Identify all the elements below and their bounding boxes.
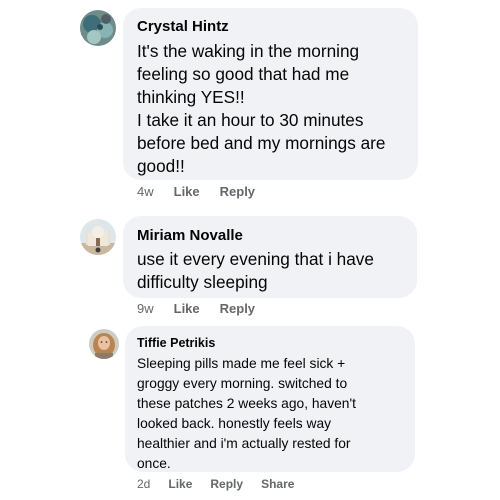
comment-author[interactable]: Miriam Novalle [137,226,403,246]
comment-text-line: feeling so good that had me [137,64,350,84]
comments-section: Crystal Hintz It's the waking in the mor… [0,0,500,500]
comment-bubble: Miriam Novalle use it every evening that… [123,216,417,298]
comment-actions: 9w Like Reply [137,300,255,318]
comment-text-line: difficulty sleeping [137,272,268,292]
comment-author[interactable]: Tiffie Petrikis [137,335,403,351]
comment-bubble: Tiffie Petrikis Sleeping pills made me f… [125,326,415,472]
comment-author[interactable]: Crystal Hintz [137,17,404,37]
reply-button[interactable]: Reply [220,183,255,201]
profile-photo-icon[interactable] [89,329,119,359]
like-button[interactable]: Like [174,300,200,318]
comment-text-line: healthier and i'm actually rested for [137,436,351,451]
comment-actions: 4w Like Reply [137,183,255,201]
comment-text-line: I take it an hour to 30 minutes [137,110,364,130]
comment-text-line: thinking YES!! [137,87,245,107]
comment-text-line: Sleeping pills made me feel sick + [137,356,346,371]
comment-text-line: groggy every morning. switched to [137,376,348,391]
reply-button[interactable]: Reply [210,476,243,492]
comment-text-line: use it every evening that i have [137,249,374,269]
comment-bubble: Crystal Hintz It's the waking in the mor… [123,8,418,180]
profile-photo-icon[interactable] [80,219,116,255]
comment-actions: 2d Like Reply Share [137,476,294,492]
comment-timestamp[interactable]: 9w [137,300,154,318]
profile-photo-icon[interactable] [80,10,116,46]
comment-text-line: good!! [137,156,185,176]
comment-text-line: before bed and my mornings are [137,133,386,153]
comment-timestamp[interactable]: 4w [137,183,154,201]
comment-text-line: looked back. honestly feels way [137,416,332,431]
like-button[interactable]: Like [174,183,200,201]
share-button[interactable]: Share [261,476,294,492]
reply-button[interactable]: Reply [220,300,255,318]
comment-text-line: once. [137,456,171,471]
comment-text-line: It's the waking in the morning [137,41,360,61]
like-button[interactable]: Like [168,476,192,492]
comment-text-line: these patches 2 weeks ago, haven't [137,396,356,411]
comment-timestamp[interactable]: 2d [137,476,150,492]
